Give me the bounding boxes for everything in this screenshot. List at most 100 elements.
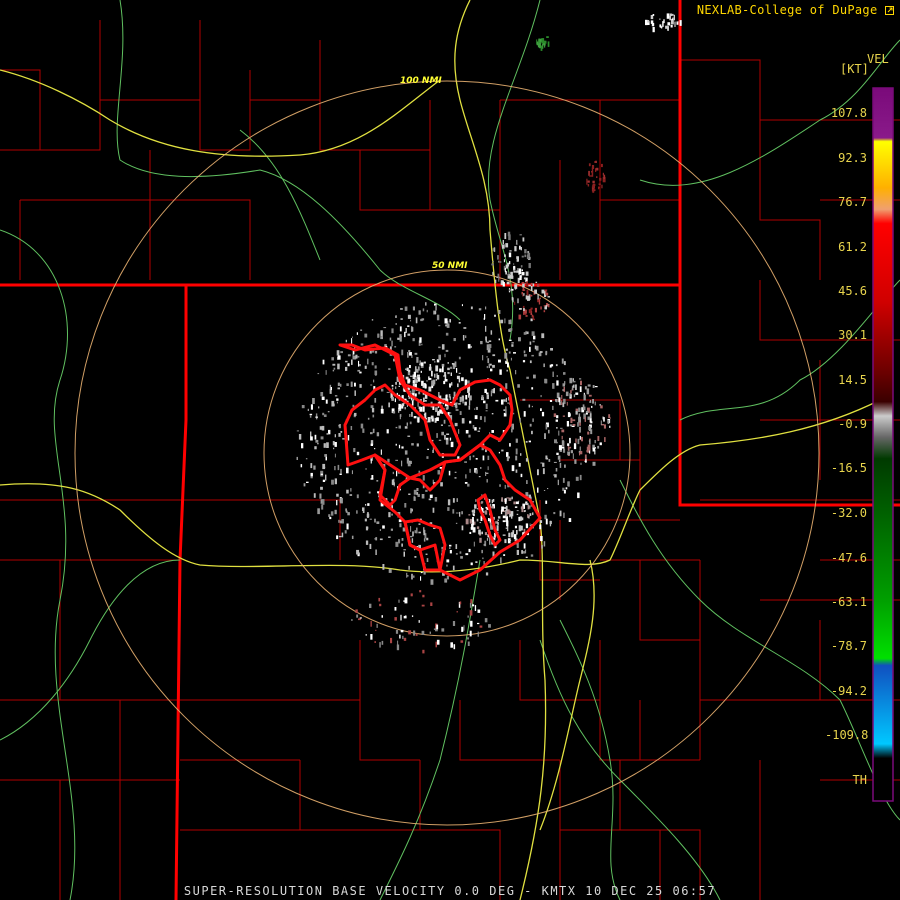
echo-pixel <box>580 462 582 465</box>
echo-pixel <box>470 306 473 310</box>
echo-pixel <box>520 473 523 478</box>
echo-pixel <box>367 358 369 365</box>
echo-pixel <box>398 599 400 603</box>
echo-pixel <box>392 471 394 475</box>
echo-pixel <box>296 430 299 432</box>
echo-pixel <box>503 499 505 503</box>
echo-pixel <box>484 532 487 536</box>
echo-pixel <box>296 456 298 460</box>
echo-pixel <box>430 415 434 419</box>
echo-pixel <box>468 514 471 516</box>
echo-pixel <box>670 24 673 28</box>
echo-pixel <box>409 375 413 377</box>
echo-pixel <box>468 434 471 438</box>
echo-pixel <box>359 371 362 374</box>
echo-pixel <box>540 462 543 464</box>
echo-pixel <box>325 370 327 375</box>
echo-pixel <box>462 335 465 341</box>
echo-pixel <box>503 259 505 263</box>
echo-pixel <box>584 417 586 422</box>
echo-pixel <box>596 176 598 178</box>
echo-pixel <box>510 511 514 517</box>
echo-pixel <box>440 424 443 426</box>
echo-pixel <box>528 440 531 443</box>
echo-pixel <box>436 369 438 372</box>
echo-pixel <box>433 628 436 630</box>
echo-pixel <box>458 322 461 324</box>
echo-pixel <box>435 379 437 381</box>
echo-pixel <box>569 377 573 384</box>
echo-pixel <box>543 541 546 547</box>
echo-pixel <box>330 511 334 516</box>
legend-title: VEL <box>867 52 889 66</box>
echo-pixel <box>515 448 518 455</box>
echo-pixel <box>562 383 565 387</box>
echo-pixel <box>435 407 438 413</box>
echo-pixel <box>370 621 372 627</box>
echo-pixel <box>580 380 582 386</box>
echo-pixel <box>553 512 556 515</box>
legend-label: 92.3 <box>838 151 867 165</box>
legend-label: 45.6 <box>838 284 867 298</box>
echo-pixel <box>403 551 405 557</box>
echo-pixel <box>476 526 480 529</box>
echo-pixel <box>537 469 539 476</box>
echo-pixel <box>407 314 411 319</box>
echo-pixel <box>374 398 377 403</box>
echo-pixel <box>488 624 491 628</box>
echo-pixel <box>570 450 573 454</box>
echo-pixel <box>407 353 409 358</box>
echo-pixel <box>432 379 436 385</box>
echo-pixel <box>388 402 390 408</box>
echo-pixel <box>469 610 473 616</box>
echo-pixel <box>412 531 414 537</box>
echo-pixel <box>509 328 513 331</box>
echo-pixel <box>540 395 542 398</box>
legend-label: 14.5 <box>838 373 867 387</box>
echo-pixel <box>553 461 557 463</box>
echo-pixel <box>417 366 420 371</box>
echo-pixel <box>421 630 425 635</box>
echo-pixel <box>511 496 513 500</box>
echo-pixel <box>446 323 450 328</box>
echo-pixel <box>555 399 558 402</box>
echo-pixel <box>556 375 558 377</box>
echo-pixel <box>504 507 508 509</box>
echo-pixel <box>469 630 472 637</box>
echo-pixel <box>679 20 682 26</box>
echo-pixel <box>461 525 464 531</box>
echo-pixel <box>579 446 581 451</box>
echo-pixel <box>416 443 419 447</box>
echo-pixel <box>411 538 414 543</box>
echo-pixel <box>345 395 349 398</box>
echo-pixel <box>517 384 520 388</box>
echo-pixel <box>475 458 478 460</box>
echo-pixel <box>447 507 450 511</box>
echo-pixel <box>324 454 327 457</box>
echo-pixel <box>407 333 411 336</box>
echo-pixel <box>353 448 356 453</box>
echo-pixel <box>577 438 580 445</box>
echo-pixel <box>298 434 302 440</box>
legend-label: 76.7 <box>838 195 867 209</box>
echo-pixel <box>511 516 513 519</box>
echo-pixel <box>404 450 408 455</box>
echo-pixel <box>502 515 506 519</box>
echo-pixel <box>312 398 315 404</box>
echo-pixel <box>579 386 582 392</box>
echo-pixel <box>539 38 542 42</box>
echo-pixel <box>489 499 491 503</box>
echo-pixel <box>505 409 507 414</box>
echo-pixel <box>545 518 548 525</box>
echo-pixel <box>524 249 527 254</box>
echo-pixel <box>401 349 404 356</box>
echo-pixel <box>333 367 336 370</box>
echo-pixel <box>522 237 525 242</box>
echo-pixel <box>563 512 565 518</box>
echo-pixel <box>575 410 578 415</box>
range-ring-100-label: 100 NMI <box>400 76 442 86</box>
echo-pixel <box>445 394 448 401</box>
echo-pixel <box>447 372 450 375</box>
echo-pixel <box>543 490 546 491</box>
echo-pixel <box>533 318 535 321</box>
